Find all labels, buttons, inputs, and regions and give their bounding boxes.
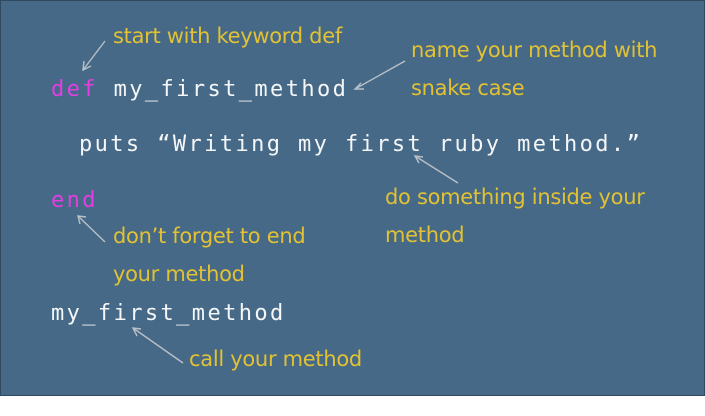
arrow-to-method-name — [353, 60, 406, 90]
arrow-to-call — [131, 327, 184, 364]
annotation-arrows — [77, 40, 459, 364]
arrow-to-end — [77, 215, 106, 243]
arrow-to-body-line — [413, 155, 459, 184]
ruby-method-slide: def my_first_method puts “Writing my fir… — [0, 0, 705, 396]
arrow-to-def — [82, 40, 106, 72]
